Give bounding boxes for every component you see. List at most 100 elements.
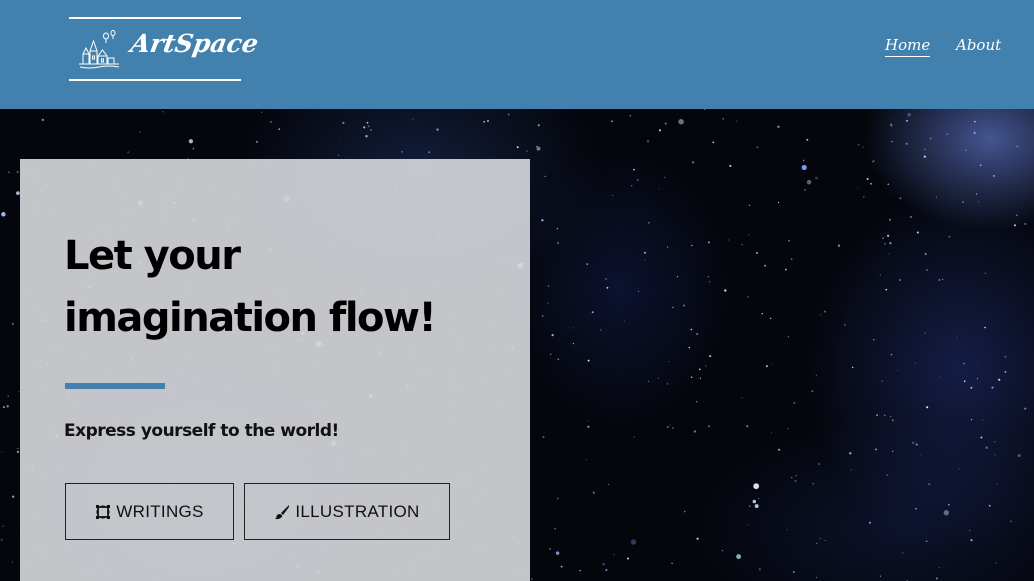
star [885, 288, 888, 291]
star [771, 363, 773, 365]
star [926, 269, 928, 271]
star [892, 450, 894, 453]
star [657, 377, 659, 379]
star [708, 281, 711, 283]
nav-about-link[interactable]: About [956, 36, 1001, 54]
star [41, 118, 44, 121]
star [1010, 520, 1012, 522]
star [724, 289, 727, 292]
star [647, 380, 650, 382]
star [8, 171, 10, 174]
frame-icon [96, 504, 111, 519]
star [747, 296, 750, 298]
star [879, 274, 882, 276]
star [542, 436, 545, 439]
star [887, 183, 890, 186]
star [965, 149, 967, 151]
star [1004, 370, 1007, 373]
star [658, 188, 660, 190]
illustration-button[interactable]: ILLUSTRATION [244, 483, 450, 540]
star [12, 495, 15, 498]
star [988, 504, 991, 507]
star [556, 227, 559, 230]
star [923, 155, 926, 158]
star [889, 123, 893, 126]
star [991, 386, 994, 389]
star [337, 154, 340, 156]
star [736, 120, 738, 122]
star [683, 304, 685, 307]
star [863, 196, 865, 198]
star [16, 450, 20, 454]
star [872, 160, 875, 162]
star [602, 563, 605, 566]
star [970, 539, 973, 542]
star [365, 135, 368, 138]
brush-icon [275, 504, 290, 519]
writings-button[interactable]: WRITINGS [65, 483, 234, 540]
star [992, 174, 995, 177]
star [667, 426, 669, 428]
star [920, 454, 922, 456]
star [907, 112, 912, 117]
site-header: ArtSpace Home About [0, 0, 1034, 109]
star [542, 315, 544, 317]
star [536, 145, 538, 148]
star [727, 239, 729, 241]
star [876, 414, 878, 416]
star [778, 448, 781, 451]
star [930, 137, 932, 140]
star [941, 278, 944, 281]
star [890, 415, 892, 418]
star [852, 366, 854, 369]
star [605, 277, 608, 280]
nav-home-link[interactable]: Home [885, 36, 931, 57]
star [815, 374, 817, 376]
star [192, 147, 195, 150]
star [691, 244, 693, 247]
star [984, 272, 987, 275]
star [579, 569, 581, 572]
star [769, 317, 772, 320]
star [644, 251, 646, 254]
star [703, 109, 706, 110]
hero-headline: Let your imagination flow! [64, 225, 504, 349]
star [692, 161, 695, 164]
star [926, 406, 929, 409]
star [342, 121, 345, 124]
star [606, 286, 609, 289]
brand-logo-link[interactable]: ArtSpace [69, 17, 261, 81]
star [795, 474, 797, 477]
star [672, 306, 674, 309]
star [162, 111, 164, 113]
star [963, 362, 965, 365]
star [896, 369, 898, 371]
star [658, 129, 661, 132]
star [678, 118, 684, 125]
star [787, 428, 789, 430]
star [592, 491, 595, 494]
star [868, 521, 871, 524]
star [928, 483, 931, 486]
star [924, 252, 927, 256]
star [943, 510, 949, 516]
star [537, 124, 540, 127]
star [188, 139, 194, 144]
star [671, 562, 673, 565]
star [401, 151, 403, 153]
hero-subtitle: Express yourself to the world! [64, 421, 339, 441]
star [758, 568, 761, 571]
writings-button-label: WRITINGS [116, 501, 204, 521]
star [630, 184, 633, 187]
star [985, 446, 988, 449]
star [887, 234, 890, 237]
star [256, 140, 258, 143]
star [891, 125, 893, 127]
star [791, 258, 793, 260]
star [688, 346, 691, 349]
star [436, 128, 439, 131]
star [412, 118, 414, 120]
star [906, 119, 908, 122]
star [1024, 407, 1027, 410]
star [963, 380, 966, 383]
